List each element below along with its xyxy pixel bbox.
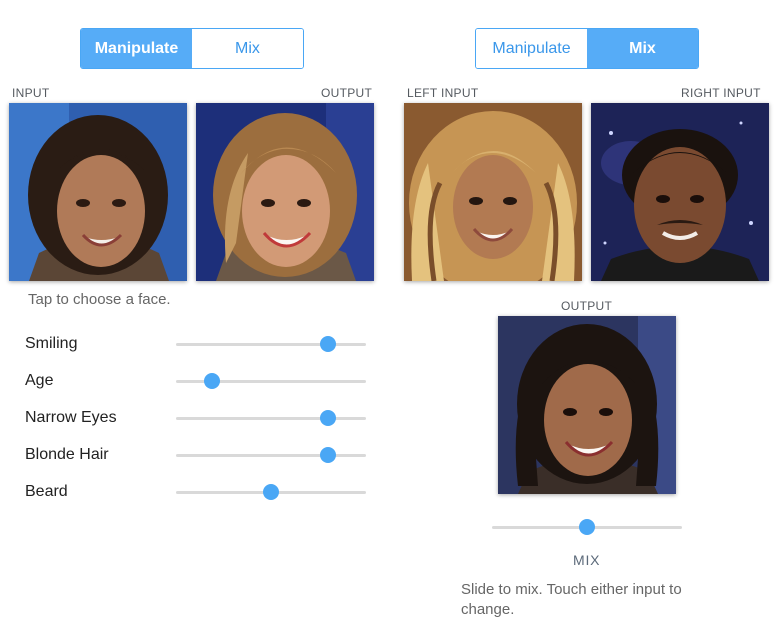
input-face-image[interactable] bbox=[9, 103, 187, 281]
mix-tab[interactable]: Mix bbox=[192, 29, 303, 68]
narrow-eyes-slider-thumb[interactable] bbox=[320, 410, 336, 426]
blonde-hair-label: Blonde Hair bbox=[25, 446, 109, 463]
output-caption: OUTPUT bbox=[321, 86, 373, 100]
mix-tab[interactable]: Mix bbox=[587, 29, 698, 68]
smiling-slider-thumb[interactable] bbox=[320, 336, 336, 352]
age-label: Age bbox=[25, 372, 54, 389]
mix-label: MIX bbox=[573, 552, 601, 568]
beard-label: Beard bbox=[25, 483, 68, 500]
smiling-label: Smiling bbox=[25, 335, 78, 352]
narrow-eyes-label: Narrow Eyes bbox=[25, 409, 117, 426]
blonde-hair-slider-thumb[interactable] bbox=[320, 447, 336, 463]
left-input-face-image[interactable] bbox=[404, 103, 582, 281]
mix-hint: Slide to mix. Touch either input to chan… bbox=[461, 581, 682, 618]
input-caption: INPUT bbox=[12, 86, 50, 100]
manipulate-tab[interactable]: Manipulate bbox=[81, 29, 192, 68]
right-input-face-image[interactable] bbox=[591, 103, 769, 281]
mix-output-face-image bbox=[498, 316, 676, 494]
right-input-caption: RIGHT INPUT bbox=[681, 86, 761, 100]
left-input-caption: LEFT INPUT bbox=[407, 86, 479, 100]
manipulate-tab[interactable]: Manipulate bbox=[476, 29, 587, 68]
mode-toggle-right: Manipulate Mix bbox=[475, 28, 699, 69]
choose-face-hint: Tap to choose a face. bbox=[28, 291, 171, 308]
mode-toggle-left: Manipulate Mix bbox=[80, 28, 304, 69]
mix-slider-thumb[interactable] bbox=[579, 519, 595, 535]
age-slider-thumb[interactable] bbox=[204, 373, 221, 389]
beard-slider-thumb[interactable] bbox=[263, 484, 279, 500]
narrow-eyes-slider[interactable] bbox=[176, 417, 366, 420]
mix-output-caption: OUTPUT bbox=[561, 299, 613, 313]
blonde-hair-slider[interactable] bbox=[176, 454, 366, 457]
output-face-image bbox=[196, 103, 374, 281]
smiling-slider[interactable] bbox=[176, 343, 366, 346]
